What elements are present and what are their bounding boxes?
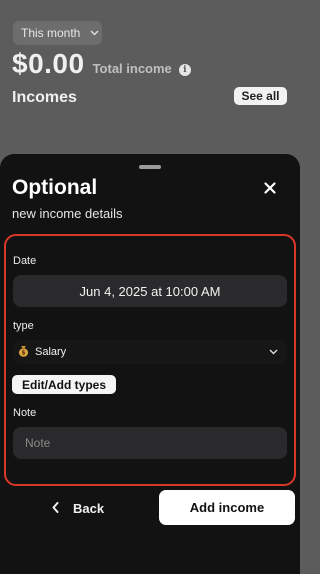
sheet-grabber[interactable]	[139, 165, 161, 169]
svg-text:$: $	[21, 349, 25, 356]
incomes-heading: Incomes	[12, 89, 77, 106]
date-label: Date	[13, 255, 37, 267]
date-picker-button[interactable]: Jun 4, 2025 at 10:00 AM	[13, 275, 287, 307]
type-value: Salary	[35, 346, 67, 358]
sheet-title: Optional	[12, 176, 98, 199]
back-label: Back	[73, 500, 105, 516]
note-input[interactable]	[13, 427, 287, 459]
add-income-button[interactable]: Add income	[159, 490, 295, 525]
see-all-button[interactable]: See all	[234, 87, 287, 105]
total-income-label: Total income	[92, 61, 172, 76]
total-amount: $0.00	[12, 48, 85, 79]
edit-add-types-button[interactable]: Edit/Add types	[12, 375, 116, 394]
close-icon	[264, 178, 276, 199]
type-dropdown[interactable]: $ Salary	[13, 340, 287, 364]
background-screen: This month $0.00 Total income i Incomes …	[0, 0, 300, 160]
period-dropdown[interactable]: This month	[13, 21, 102, 45]
back-button[interactable]: Back	[52, 497, 104, 519]
period-label: This month	[21, 26, 81, 40]
new-income-sheet: Optional new income details Date Jun 4, …	[0, 154, 300, 574]
close-button[interactable]	[260, 178, 280, 198]
total-income-row: $0.00 Total income i	[12, 48, 191, 80]
chevron-down-icon	[90, 28, 99, 38]
chevron-left-icon	[52, 501, 59, 516]
info-icon[interactable]: i	[178, 64, 191, 76]
sheet-subtitle: new income details	[12, 206, 123, 221]
income-details-form: Date Jun 4, 2025 at 10:00 AM type $ Sala…	[4, 234, 296, 486]
type-label: type	[13, 320, 34, 332]
money-bag-icon: $	[18, 345, 29, 360]
chevron-down-icon	[269, 347, 278, 357]
note-label: Note	[13, 407, 37, 419]
